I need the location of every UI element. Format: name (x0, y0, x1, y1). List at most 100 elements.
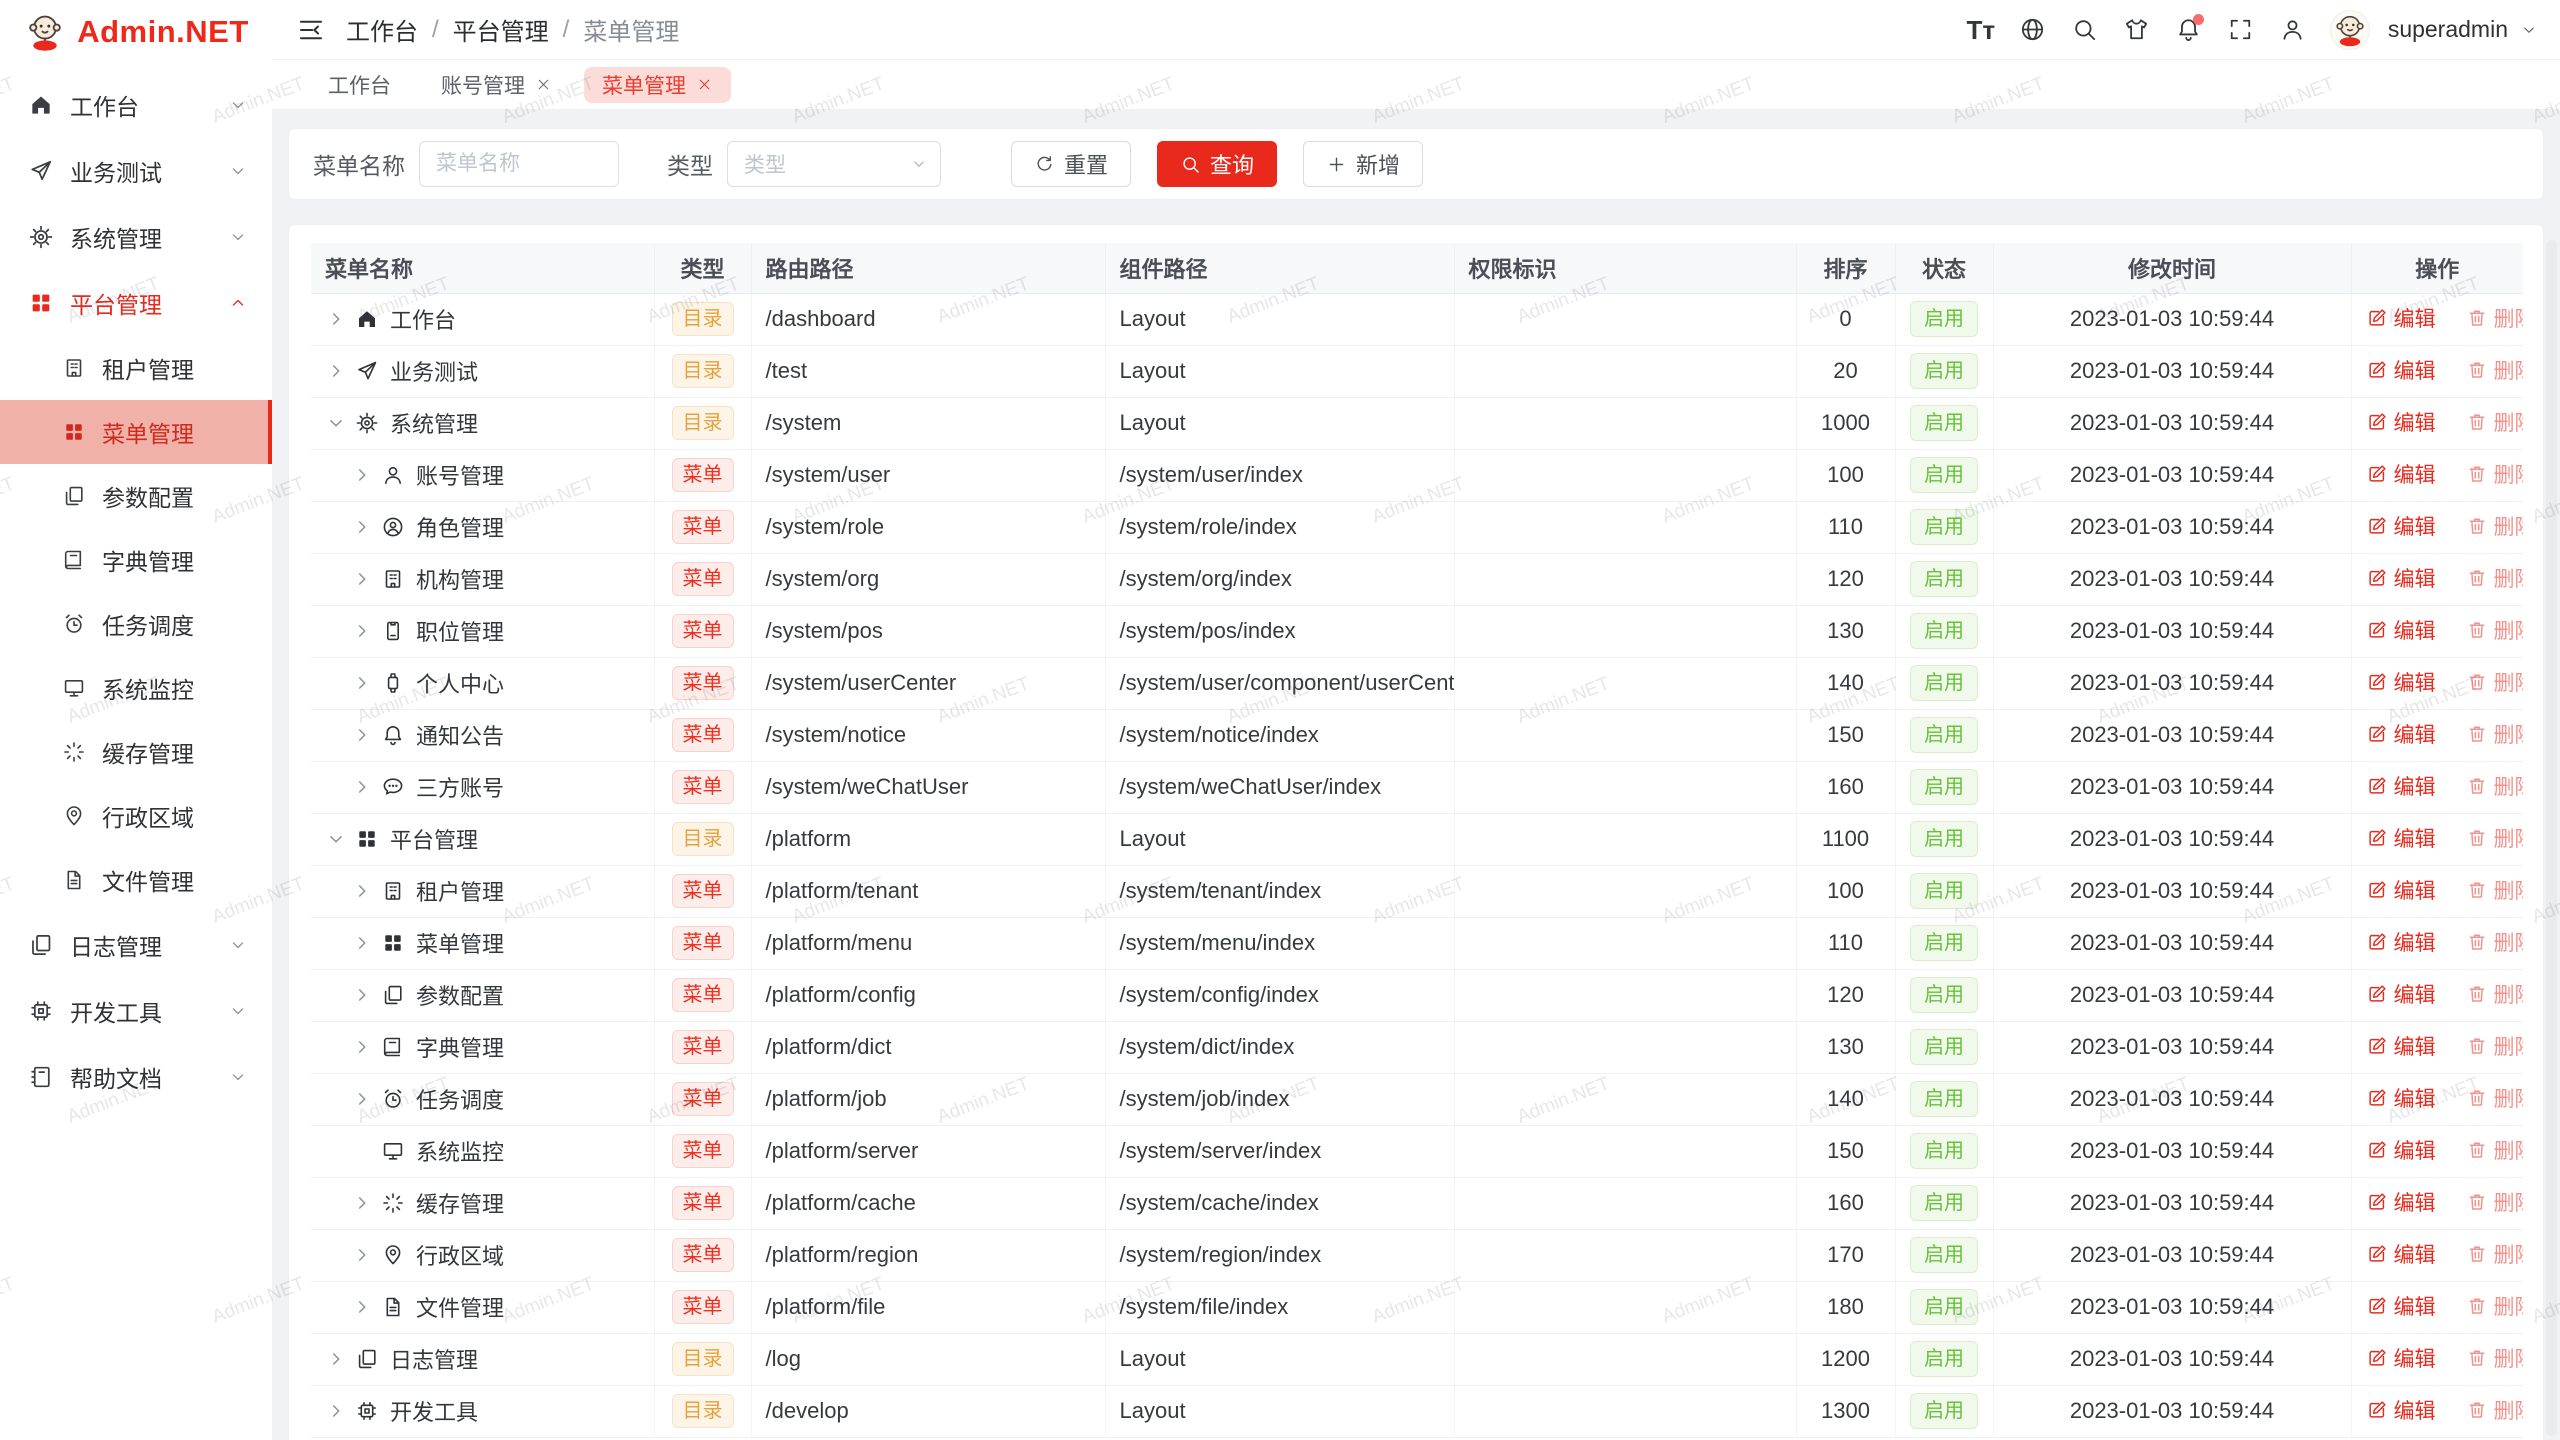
edit-button[interactable]: 编辑 (2366, 823, 2436, 853)
sidebar-item-系统管理[interactable]: 系统管理 (0, 204, 272, 270)
sidebar-item-文件管理[interactable]: 文件管理 (0, 848, 272, 912)
expand-row-icon[interactable] (351, 724, 373, 746)
expand-row-icon[interactable] (351, 984, 373, 1006)
fontsize-icon[interactable]: Tт (1958, 10, 2004, 50)
sidebar-item-系统监控[interactable]: 系统监控 (0, 656, 272, 720)
delete-button[interactable]: 删除 (2466, 1135, 2524, 1165)
delete-button[interactable]: 删除 (2466, 1083, 2524, 1113)
edit-button[interactable]: 编辑 (2366, 615, 2436, 645)
sidebar-item-参数配置[interactable]: 参数配置 (0, 464, 272, 528)
breadcrumb-item-平台管理[interactable]: 平台管理 (453, 12, 549, 47)
delete-button[interactable]: 删除 (2466, 823, 2524, 853)
expand-row-icon[interactable] (351, 568, 373, 590)
query-button[interactable]: 查询 (1157, 141, 1277, 187)
sidebar-item-开发工具[interactable]: 开发工具 (0, 978, 272, 1044)
edit-button[interactable]: 编辑 (2366, 1395, 2436, 1425)
sidebar-item-租户管理[interactable]: 租户管理 (0, 336, 272, 400)
delete-button[interactable]: 删除 (2466, 1291, 2524, 1321)
menu-name-input[interactable] (419, 141, 619, 187)
expand-row-icon[interactable] (351, 620, 373, 642)
close-icon[interactable] (535, 76, 552, 93)
delete-button[interactable]: 删除 (2466, 563, 2524, 593)
edit-button[interactable]: 编辑 (2366, 407, 2436, 437)
delete-button[interactable]: 删除 (2466, 459, 2524, 489)
tab-账号管理[interactable]: 账号管理 (423, 67, 570, 103)
user-name[interactable]: superadmin (2388, 16, 2508, 43)
sidebar-item-工作台[interactable]: 工作台 (0, 72, 272, 138)
avatar[interactable] (2330, 10, 2370, 50)
edit-button[interactable]: 编辑 (2366, 355, 2436, 385)
lang-icon[interactable] (2010, 10, 2056, 50)
edit-button[interactable]: 编辑 (2366, 667, 2436, 697)
expand-row-icon[interactable] (351, 1244, 373, 1266)
expand-row-icon[interactable] (351, 516, 373, 538)
edit-button[interactable]: 编辑 (2366, 1083, 2436, 1113)
sidebar-item-日志管理[interactable]: 日志管理 (0, 912, 272, 978)
sidebar-item-任务调度[interactable]: 任务调度 (0, 592, 272, 656)
sidebar-item-帮助文档[interactable]: 帮助文档 (0, 1044, 272, 1110)
delete-button[interactable]: 删除 (2466, 771, 2524, 801)
sidebar-item-业务测试[interactable]: 业务测试 (0, 138, 272, 204)
edit-button[interactable]: 编辑 (2366, 927, 2436, 957)
delete-button[interactable]: 删除 (2466, 615, 2524, 645)
edit-button[interactable]: 编辑 (2366, 979, 2436, 1009)
close-icon[interactable] (696, 76, 713, 93)
expand-row-icon[interactable] (325, 360, 347, 382)
expand-row-icon[interactable] (351, 464, 373, 486)
sidebar-item-行政区域[interactable]: 行政区域 (0, 784, 272, 848)
edit-button[interactable]: 编辑 (2366, 1239, 2436, 1269)
expand-row-icon[interactable] (351, 776, 373, 798)
type-select[interactable]: 类型 (727, 141, 941, 187)
delete-button[interactable]: 删除 (2466, 979, 2524, 1009)
delete-button[interactable]: 删除 (2466, 1395, 2524, 1425)
expand-row-icon[interactable] (351, 1088, 373, 1110)
sidebar-item-菜单管理[interactable]: 菜单管理 (0, 400, 272, 464)
delete-button[interactable]: 删除 (2466, 1031, 2524, 1061)
expand-row-icon[interactable] (351, 932, 373, 954)
menu-fold-icon[interactable] (296, 15, 326, 45)
collapse-row-icon[interactable] (325, 828, 347, 850)
delete-button[interactable]: 删除 (2466, 719, 2524, 749)
expand-row-icon[interactable] (325, 308, 347, 330)
person-icon[interactable] (2270, 10, 2316, 50)
sidebar-item-平台管理[interactable]: 平台管理 (0, 270, 272, 336)
delete-button[interactable]: 删除 (2466, 303, 2524, 333)
delete-button[interactable]: 删除 (2466, 875, 2524, 905)
vertical-scrollbar[interactable] (2546, 240, 2557, 1436)
edit-button[interactable]: 编辑 (2366, 511, 2436, 541)
reset-button[interactable]: 重置 (1011, 141, 1131, 187)
expand-row-icon[interactable] (351, 880, 373, 902)
edit-button[interactable]: 编辑 (2366, 1135, 2436, 1165)
delete-button[interactable]: 删除 (2466, 1343, 2524, 1373)
edit-button[interactable]: 编辑 (2366, 1343, 2436, 1373)
sidebar-item-缓存管理[interactable]: 缓存管理 (0, 720, 272, 784)
delete-button[interactable]: 删除 (2466, 667, 2524, 697)
edit-button[interactable]: 编辑 (2366, 303, 2436, 333)
fullscreen-icon[interactable] (2218, 10, 2264, 50)
edit-button[interactable]: 编辑 (2366, 875, 2436, 905)
bell-icon[interactable] (2166, 10, 2212, 50)
expand-row-icon[interactable] (325, 1400, 347, 1422)
edit-button[interactable]: 编辑 (2366, 459, 2436, 489)
edit-button[interactable]: 编辑 (2366, 719, 2436, 749)
app-logo[interactable]: Admin.NET (0, 0, 272, 64)
breadcrumb-item-工作台[interactable]: 工作台 (346, 12, 418, 47)
collapse-row-icon[interactable] (325, 412, 347, 434)
delete-button[interactable]: 删除 (2466, 927, 2524, 957)
edit-button[interactable]: 编辑 (2366, 1187, 2436, 1217)
edit-button[interactable]: 编辑 (2366, 1291, 2436, 1321)
tab-工作台[interactable]: 工作台 (310, 67, 409, 103)
expand-row-icon[interactable] (325, 1348, 347, 1370)
expand-row-icon[interactable] (351, 1296, 373, 1318)
tab-菜单管理[interactable]: 菜单管理 (584, 67, 731, 103)
edit-button[interactable]: 编辑 (2366, 563, 2436, 593)
sidebar-item-字典管理[interactable]: 字典管理 (0, 528, 272, 592)
add-button[interactable]: 新增 (1303, 141, 1423, 187)
expand-row-icon[interactable] (351, 1192, 373, 1214)
search-icon[interactable] (2062, 10, 2108, 50)
delete-button[interactable]: 删除 (2466, 511, 2524, 541)
expand-row-icon[interactable] (351, 672, 373, 694)
edit-button[interactable]: 编辑 (2366, 771, 2436, 801)
delete-button[interactable]: 删除 (2466, 407, 2524, 437)
tshirt-icon[interactable] (2114, 10, 2160, 50)
